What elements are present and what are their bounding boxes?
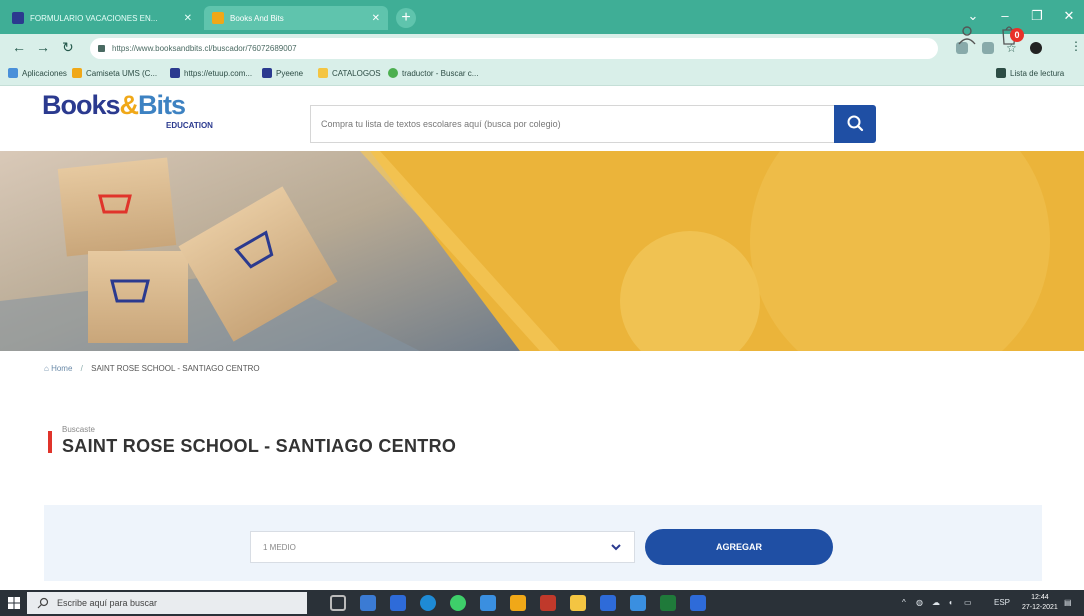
taskbar-app-icon[interactable] bbox=[540, 595, 556, 611]
breadcrumb-home-link[interactable]: ⌂ Home bbox=[44, 364, 72, 373]
new-tab-button[interactable]: + bbox=[396, 8, 416, 28]
bookmark-favicon-icon bbox=[72, 68, 82, 78]
menu-dots-icon[interactable]: ⋮ bbox=[1070, 39, 1082, 53]
taskbar-app-icon[interactable] bbox=[600, 595, 616, 611]
taskbar-app-icon[interactable] bbox=[690, 595, 706, 611]
back-icon[interactable]: ← bbox=[12, 39, 26, 55]
extension-icon[interactable] bbox=[982, 42, 994, 54]
site-favicon-icon bbox=[212, 12, 224, 24]
star-icon[interactable] bbox=[570, 595, 586, 611]
grade-select-value: 1 MEDIO bbox=[263, 543, 296, 552]
box-2 bbox=[88, 251, 188, 343]
logo-subtitle: EDUCATION bbox=[166, 121, 213, 130]
search-icon bbox=[37, 597, 49, 609]
taskbar-app-icon[interactable] bbox=[660, 595, 676, 611]
logo-text-amp: & bbox=[119, 90, 139, 120]
url-text: https://www.booksandbits.cl/buscador/760… bbox=[112, 44, 297, 53]
breadcrumb-separator: / bbox=[80, 364, 83, 373]
tab-label: FORMULARIO VACACIONES EN... bbox=[30, 13, 158, 23]
lock-icon bbox=[98, 45, 105, 52]
browser-tab-booksandbits[interactable]: Books And Bits ✕ bbox=[204, 6, 388, 30]
close-icon[interactable]: ✕ bbox=[372, 13, 380, 24]
user-icon[interactable] bbox=[956, 24, 978, 46]
title-accent-bar bbox=[48, 431, 52, 453]
reading-list-button[interactable]: Lista de lectura bbox=[996, 68, 1064, 78]
address-bar-row: ← → ↻ https://www.booksandbits.cl/buscad… bbox=[0, 34, 1084, 62]
search-icon bbox=[847, 115, 864, 132]
taskbar-search-placeholder: Escribe aquí para buscar bbox=[57, 598, 158, 608]
clock-date: 27-12-2021 bbox=[1022, 604, 1058, 611]
banner-illustration bbox=[0, 151, 1084, 351]
forward-icon[interactable]: → bbox=[36, 39, 50, 55]
clock-time: 12:44 bbox=[1031, 594, 1049, 601]
box-1 bbox=[57, 157, 177, 257]
taskbar-search-input[interactable]: Escribe aquí para buscar bbox=[27, 592, 307, 614]
logo-text-bits: Bits bbox=[138, 90, 186, 120]
tray-chevron-icon[interactable]: ^ bbox=[902, 598, 906, 607]
browser-tab-strip: FORMULARIO VACACIONES EN... ✕ Books And … bbox=[0, 0, 1084, 34]
browser-tab-formulario[interactable]: FORMULARIO VACACIONES EN... ✕ bbox=[4, 6, 200, 30]
school-search-input[interactable]: Compra tu lista de textos escolares aquí… bbox=[310, 105, 834, 143]
close-window-button[interactable]: ✕ bbox=[1054, 4, 1084, 28]
page-title: SAINT ROSE SCHOOL - SANTIAGO CENTRO bbox=[62, 436, 457, 456]
task-view-icon[interactable] bbox=[330, 595, 346, 611]
taskbar-app-icon[interactable] bbox=[390, 595, 406, 611]
whatsapp-icon[interactable] bbox=[450, 595, 466, 611]
site-header: Books&Bits EDUCATION Compra tu lista de … bbox=[0, 86, 1084, 148]
tab-label: Books And Bits bbox=[230, 13, 284, 23]
grade-select[interactable]: 1 MEDIO bbox=[250, 531, 635, 563]
volume-icon[interactable]: ◖ bbox=[948, 598, 953, 607]
cloud-icon[interactable]: ☁ bbox=[932, 598, 940, 607]
bookmarks-bar: Aplicaciones Camiseta UMS (C... https://… bbox=[0, 62, 1084, 86]
folder-icon bbox=[318, 68, 328, 78]
add-button[interactable]: AGREGAR bbox=[645, 529, 833, 565]
bookmark-item[interactable]: traductor - Buscar c... bbox=[388, 68, 478, 78]
breadcrumb-current: SAINT ROSE SCHOOL - SANTIAGO CENTRO bbox=[91, 364, 260, 373]
taskbar-app-icon[interactable] bbox=[360, 595, 376, 611]
network-icon[interactable]: ◍ bbox=[916, 598, 923, 607]
windows-taskbar: Escribe aquí para buscar ^ ◍ ☁ ◖ ▭ ESP 1… bbox=[0, 590, 1084, 616]
battery-icon[interactable]: ▭ bbox=[964, 598, 972, 607]
search-placeholder: Compra tu lista de textos escolares aquí… bbox=[321, 119, 561, 129]
url-input[interactable]: https://www.booksandbits.cl/buscador/760… bbox=[90, 38, 938, 59]
search-button[interactable] bbox=[834, 105, 876, 143]
apps-grid-icon bbox=[8, 68, 18, 78]
avatar-icon[interactable] bbox=[1030, 42, 1042, 54]
notifications-icon[interactable]: ▤ bbox=[1064, 598, 1072, 607]
bookmark-item[interactable]: Camiseta UMS (C... bbox=[72, 68, 157, 78]
mail-icon[interactable] bbox=[480, 595, 496, 611]
taskbar-app-icon[interactable] bbox=[510, 595, 526, 611]
site-logo[interactable]: Books&Bits EDUCATION bbox=[42, 90, 213, 130]
language-indicator[interactable]: ESP bbox=[994, 598, 1010, 607]
bookmark-favicon-icon bbox=[388, 68, 398, 78]
bookmark-item[interactable]: Pyeene bbox=[262, 68, 303, 78]
searched-label: Buscaste bbox=[62, 425, 95, 434]
taskbar-clock[interactable]: 12:44 27-12-2021 bbox=[1022, 593, 1058, 613]
reload-icon[interactable]: ↻ bbox=[62, 39, 74, 56]
bookmark-apps[interactable]: Aplicaciones bbox=[8, 68, 67, 78]
bookmark-favicon-icon bbox=[170, 68, 180, 78]
bookmark-item[interactable]: CATALOGOS bbox=[318, 68, 381, 78]
edge-icon[interactable] bbox=[420, 595, 436, 611]
document-icon bbox=[12, 12, 24, 24]
cart-count-badge: 0 bbox=[1010, 28, 1024, 42]
chevron-down-icon bbox=[611, 544, 621, 551]
logo-text-books: Books bbox=[42, 90, 121, 120]
maximize-button[interactable]: ❐ bbox=[1022, 4, 1052, 28]
taskbar-app-icon[interactable] bbox=[630, 595, 646, 611]
bookmark-item[interactable]: https://etuup.com... bbox=[170, 68, 252, 78]
breadcrumb: ⌂ Home / SAINT ROSE SCHOOL - SANTIAGO CE… bbox=[44, 364, 260, 373]
windows-start-icon[interactable] bbox=[8, 597, 20, 609]
bookmark-favicon-icon bbox=[262, 68, 272, 78]
close-icon[interactable]: ✕ bbox=[184, 13, 192, 24]
reading-list-icon bbox=[996, 68, 1006, 78]
hero-banner bbox=[0, 151, 1084, 351]
